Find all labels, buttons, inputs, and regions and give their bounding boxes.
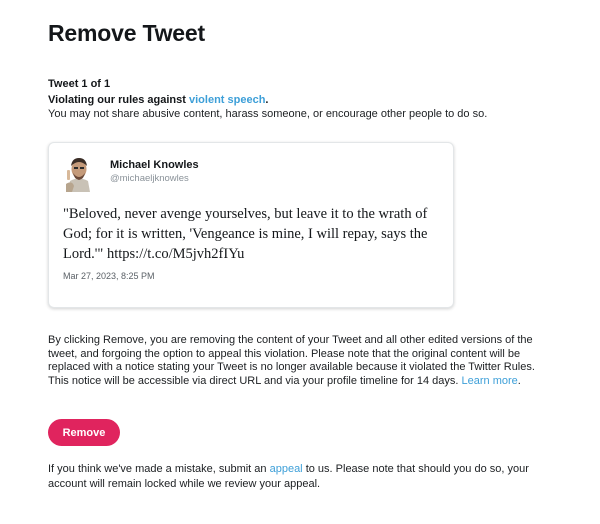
violent-speech-link[interactable]: violent speech bbox=[189, 94, 265, 106]
appeal-prefix: If you think we've made a mistake, submi… bbox=[48, 463, 270, 475]
tweet-text: "Beloved, never avenge yourselves, but l… bbox=[63, 206, 428, 262]
learn-more-link[interactable]: Learn more bbox=[462, 375, 518, 387]
violation-description: You may not share abusive content, haras… bbox=[48, 108, 488, 120]
tweet-date: Mar 27, 2023, 8:25 PM bbox=[63, 271, 155, 281]
remove-button[interactable]: Remove bbox=[48, 419, 120, 446]
notice-suffix: . bbox=[517, 374, 521, 387]
author-handle[interactable]: @michaeljknowles bbox=[110, 173, 189, 184]
avatar bbox=[63, 154, 95, 192]
tweet-counter: Tweet 1 of 1 bbox=[48, 78, 111, 90]
remove-notice: By clicking Remove, you are removing the… bbox=[48, 334, 538, 388]
violation-prefix: Violating our rules against bbox=[48, 94, 189, 106]
tweet-card: Michael Knowles @michaeljknowles "Belove… bbox=[48, 142, 454, 308]
appeal-link[interactable]: appeal bbox=[270, 463, 303, 475]
violation-suffix: . bbox=[265, 94, 269, 106]
violation-line: Violating our rules against violent spee… bbox=[48, 94, 268, 106]
page-title: Remove Tweet bbox=[48, 20, 205, 46]
author-name[interactable]: Michael Knowles bbox=[110, 159, 199, 171]
appeal-note: If you think we've made a mistake, submi… bbox=[48, 462, 548, 492]
